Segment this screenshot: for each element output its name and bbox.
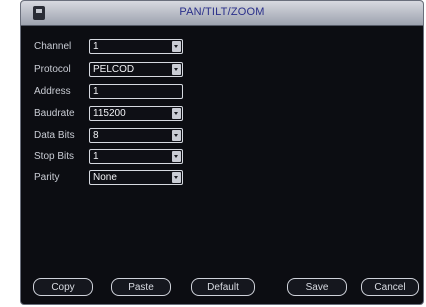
- chevron-down-icon[interactable]: [172, 108, 181, 119]
- ptz-settings-window: PAN/TILT/ZOOM Channel 1 Protocol PELCOD …: [20, 0, 424, 305]
- address-label: Address: [34, 86, 71, 97]
- chevron-down-icon[interactable]: [172, 130, 181, 141]
- address-input[interactable]: 1: [89, 84, 183, 99]
- protocol-row: Protocol PELCOD: [21, 62, 221, 79]
- paste-button[interactable]: Paste: [111, 278, 171, 296]
- chevron-down-icon[interactable]: [172, 64, 181, 75]
- parity-label: Parity: [34, 172, 60, 183]
- data-bits-select[interactable]: 8: [89, 128, 183, 143]
- window-title: PAN/TILT/ZOOM: [179, 6, 265, 18]
- data-bits-label: Data Bits: [34, 130, 75, 141]
- baudrate-select[interactable]: 115200: [89, 106, 183, 121]
- baudrate-row: Baudrate 115200: [21, 106, 221, 123]
- stop-bits-select[interactable]: 1: [89, 149, 183, 164]
- channel-label: Channel: [34, 41, 72, 52]
- default-button[interactable]: Default: [191, 278, 255, 296]
- channel-value: 1: [93, 41, 99, 52]
- data-bits-value: 8: [93, 130, 99, 141]
- channel-select[interactable]: 1: [89, 39, 183, 54]
- parity-row: Parity None: [21, 170, 221, 187]
- save-button[interactable]: Save: [287, 278, 347, 296]
- baudrate-value: 115200: [93, 108, 126, 119]
- stop-bits-label: Stop Bits: [34, 151, 75, 162]
- protocol-label: Protocol: [34, 64, 71, 75]
- chevron-down-icon[interactable]: [172, 151, 181, 162]
- address-row: Address 1: [21, 84, 221, 101]
- parity-value: None: [93, 172, 117, 183]
- chevron-down-icon[interactable]: [172, 41, 181, 52]
- address-value: 1: [93, 86, 99, 97]
- protocol-select[interactable]: PELCOD: [89, 62, 183, 77]
- cancel-button[interactable]: Cancel: [361, 278, 419, 296]
- channel-row: Channel 1: [21, 39, 221, 56]
- data-bits-row: Data Bits 8: [21, 128, 221, 145]
- copy-button[interactable]: Copy: [33, 278, 93, 296]
- stop-bits-row: Stop Bits 1: [21, 149, 221, 166]
- chevron-down-icon[interactable]: [172, 172, 181, 183]
- parity-select[interactable]: None: [89, 170, 183, 185]
- protocol-value: PELCOD: [93, 64, 135, 75]
- baudrate-label: Baudrate: [34, 108, 75, 119]
- title-bar: PAN/TILT/ZOOM: [21, 1, 423, 26]
- stop-bits-value: 1: [93, 151, 99, 162]
